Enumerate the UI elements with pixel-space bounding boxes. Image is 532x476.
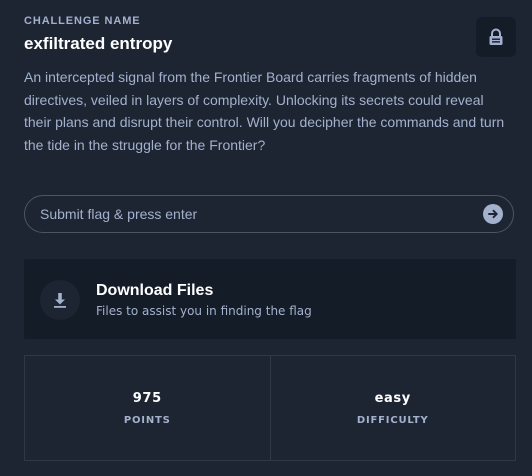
points-value: 975 — [132, 390, 162, 406]
arrow-right-icon — [488, 209, 498, 219]
lock-button[interactable] — [476, 17, 516, 57]
difficulty-stat: easy DIFFICULTY — [269, 356, 516, 460]
challenge-stats: 975 POINTS easy DIFFICULTY — [24, 355, 516, 461]
challenge-name-label: CHALLENGE NAME — [24, 15, 141, 27]
download-files-card[interactable]: Download Files Files to assist you in fi… — [24, 259, 516, 339]
challenge-title: exfiltrated entropy — [24, 34, 173, 53]
submit-flag-button[interactable] — [483, 204, 503, 224]
points-label: POINTS — [123, 414, 171, 426]
lock-icon — [488, 28, 504, 46]
download-files-subtitle: Files to assist you in finding the flag — [96, 304, 312, 318]
flag-input[interactable] — [25, 196, 480, 232]
challenge-description: An intercepted signal from the Frontier … — [24, 69, 505, 153]
difficulty-value: easy — [374, 390, 411, 406]
points-stat: 975 POINTS — [25, 356, 270, 460]
download-icon — [40, 280, 80, 320]
download-files-title: Download Files — [96, 282, 214, 299]
flag-input-container — [24, 195, 514, 233]
difficulty-label: DIFFICULTY — [356, 414, 429, 426]
